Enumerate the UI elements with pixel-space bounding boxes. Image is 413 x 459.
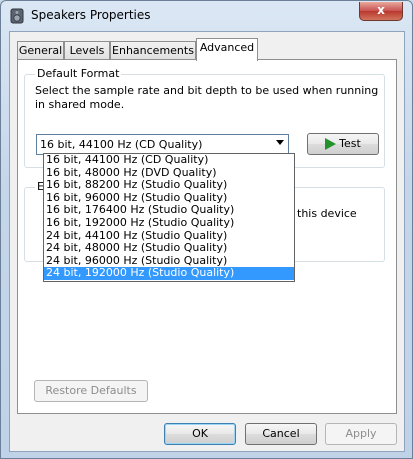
dropdown-option-highlighted[interactable]: 24 bit, 192000 Hz (Studio Quality) (44, 267, 294, 280)
dropdown-option[interactable]: 16 bit, 192000 Hz (Studio Quality) (44, 216, 294, 230)
speaker-icon (10, 8, 24, 24)
dropdown-option[interactable]: 16 bit, 88200 Hz (Studio Quality) (44, 179, 294, 192)
test-button-label: Test (339, 137, 361, 150)
ok-button[interactable]: OK (164, 423, 236, 445)
restore-defaults-label: Restore Defaults (45, 384, 137, 397)
apply-label: Apply (345, 427, 377, 440)
format-combobox[interactable]: 16 bit, 44100 Hz (CD Quality) (36, 134, 289, 155)
format-description: Select the sample rate and bit depth to … (35, 84, 379, 111)
tab-levels[interactable]: Levels (64, 41, 110, 60)
group-title: Default Format (35, 67, 122, 80)
tab-label: Advanced (199, 41, 255, 54)
dropdown-option[interactable]: 24 bit, 48000 Hz (Studio Quality) (44, 242, 294, 255)
window-title: Speakers Properties (31, 8, 151, 22)
ok-label: OK (192, 427, 208, 440)
format-selected-value: 16 bit, 44100 Hz (CD Quality) (40, 138, 203, 151)
title-bar[interactable]: Speakers Properties x (1, 1, 412, 31)
dropdown-option[interactable]: 16 bit, 44100 Hz (CD Quality) (44, 153, 294, 167)
cancel-label: Cancel (262, 427, 300, 440)
properties-window: Speakers Properties x General Levels Enh… (0, 0, 413, 459)
tab-label: General (18, 44, 63, 57)
tab-advanced[interactable]: Advanced (196, 38, 258, 61)
format-dropdown-list[interactable]: 16 bit, 44100 Hz (CD Quality) 16 bit, 48… (43, 153, 295, 282)
test-button[interactable]: Test (307, 133, 379, 155)
close-button[interactable]: x (359, 2, 403, 21)
close-icon: x (377, 3, 385, 17)
apply-button[interactable]: Apply (325, 423, 397, 445)
tab-label: Levels (69, 44, 105, 57)
play-icon (325, 138, 337, 150)
tab-general[interactable]: General (17, 41, 64, 60)
exclusive-option-text-partial: this device (297, 207, 357, 220)
chevron-down-icon[interactable] (276, 140, 284, 145)
restore-defaults-button[interactable]: Restore Defaults (34, 380, 148, 402)
cancel-button[interactable]: Cancel (245, 423, 317, 445)
tab-label: Enhancements (112, 44, 194, 57)
tab-enhancements[interactable]: Enhancements (110, 41, 196, 60)
